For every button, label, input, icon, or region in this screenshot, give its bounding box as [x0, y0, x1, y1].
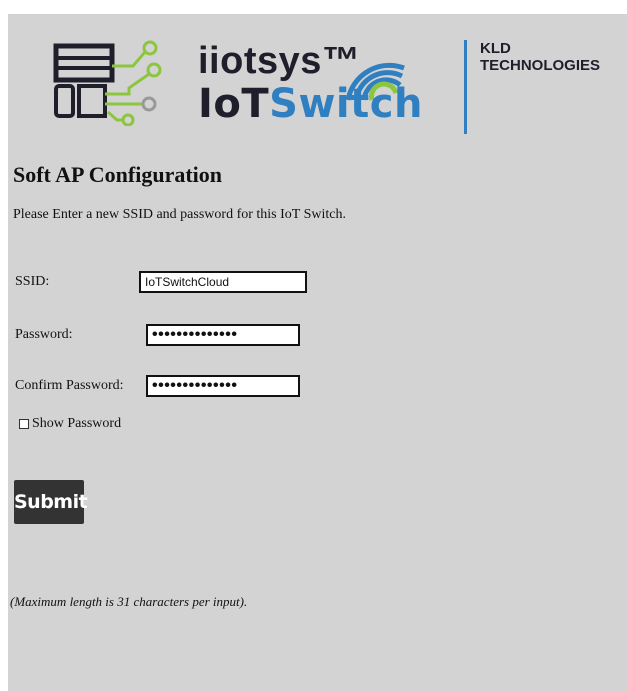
iot-devices-logo-icon — [53, 40, 162, 126]
intro-text: Please Enter a new SSID and password for… — [13, 207, 346, 222]
product-name-iot: IoT — [198, 81, 270, 127]
brand-name: iiotsys™ — [198, 40, 361, 82]
show-password-label[interactable]: Show Password — [32, 416, 121, 432]
company-name: KLD TECHNOLOGIES — [480, 40, 600, 74]
company-name-line1: KLD — [480, 40, 511, 57]
ssid-label: SSID: — [15, 274, 50, 289]
company-name-line2: TECHNOLOGIES — [480, 57, 601, 74]
product-name: IoTSwitch — [198, 84, 423, 124]
submit-button[interactable]: Submit — [14, 480, 88, 524]
max-length-note: (Maximum length is 31 characters per inp… — [10, 594, 248, 609]
password-input[interactable]: •••••••••••••• — [146, 324, 300, 346]
confirm-password-input[interactable]: •••••••••••••• — [146, 375, 300, 397]
show-password-toggle[interactable]: Show Password — [19, 416, 121, 432]
show-password-checkbox[interactable] — [19, 419, 29, 429]
confirm-password-label: Confirm Password: — [15, 378, 124, 393]
product-name-switch: Switch — [269, 81, 423, 127]
logo-divider — [464, 40, 467, 134]
ssid-input[interactable] — [139, 271, 307, 293]
config-panel: iiotsys™ IoTSwitch KLD TECHNOLOGIES Soft… — [8, 14, 627, 691]
password-label: Password: — [15, 327, 73, 342]
page-title: Soft AP Configuration — [13, 162, 223, 187]
